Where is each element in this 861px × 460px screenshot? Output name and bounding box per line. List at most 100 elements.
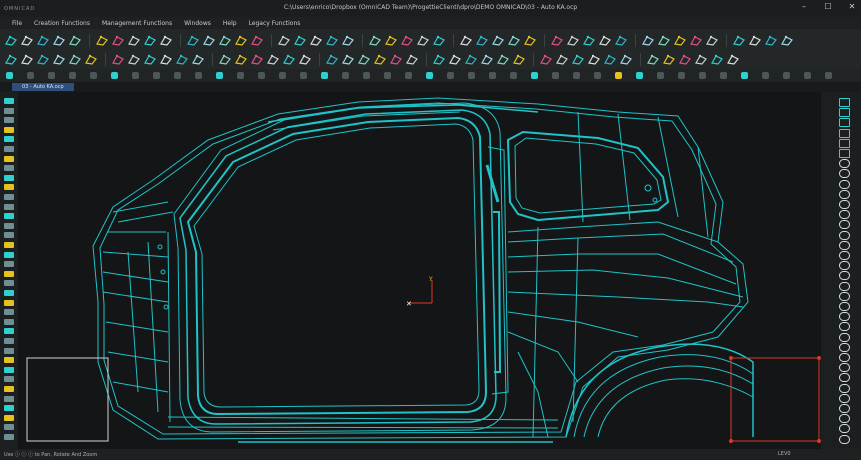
curve-icon[interactable] <box>464 53 477 65</box>
curve-tool-icon[interactable] <box>839 414 850 424</box>
view-option-icon[interactable] <box>132 72 139 79</box>
select-icon[interactable] <box>4 174 14 181</box>
offset-icon[interactable] <box>218 34 231 46</box>
view-option-icon[interactable] <box>489 72 496 79</box>
curve-tool-icon[interactable] <box>839 332 850 342</box>
undo-icon[interactable] <box>52 34 65 46</box>
zoom-icon[interactable] <box>4 280 14 287</box>
mirror-icon[interactable] <box>598 34 611 46</box>
section-icon[interactable] <box>4 242 14 248</box>
point-icon[interactable] <box>68 53 81 65</box>
curve-icon[interactable] <box>475 34 488 46</box>
maximize-button[interactable]: ☐ <box>823 2 833 12</box>
view-option-icon[interactable] <box>678 72 685 79</box>
curve-tool-icon[interactable] <box>839 240 850 250</box>
view-option-icon[interactable] <box>741 72 748 79</box>
save-icon[interactable] <box>20 53 33 65</box>
shade-icon[interactable] <box>4 146 14 152</box>
curve-tool-icon[interactable] <box>839 179 850 189</box>
rotate-icon[interactable] <box>4 424 14 431</box>
save-icon[interactable] <box>726 53 739 65</box>
view-option-icon[interactable] <box>90 72 97 79</box>
view-icon[interactable] <box>293 34 306 46</box>
pan-icon[interactable] <box>4 184 14 191</box>
settings-icon[interactable] <box>341 53 354 65</box>
view-option-icon[interactable] <box>279 72 286 79</box>
wireframe-icon[interactable] <box>4 155 14 162</box>
mirror-icon[interactable] <box>234 34 247 46</box>
curve-tool-icon[interactable] <box>839 271 850 281</box>
curve-tool-icon[interactable] <box>839 118 850 128</box>
curve-tool-icon[interactable] <box>839 108 850 118</box>
zoom-icon[interactable] <box>4 126 14 133</box>
open-file-icon[interactable] <box>357 53 370 65</box>
view-option-icon[interactable] <box>153 72 160 79</box>
open-file-icon[interactable] <box>732 34 745 46</box>
print-icon[interactable] <box>389 53 402 65</box>
curve-tool-icon[interactable] <box>839 434 850 444</box>
view-option-icon[interactable] <box>405 72 412 79</box>
offset-icon[interactable] <box>218 53 231 65</box>
extend-icon[interactable] <box>191 53 204 65</box>
fillet-icon[interactable] <box>523 34 536 46</box>
layer-icon[interactable] <box>641 34 654 46</box>
select-icon[interactable] <box>4 328 14 335</box>
curve-tool-icon[interactable] <box>839 363 850 373</box>
view-option-icon[interactable] <box>69 72 76 79</box>
render-icon[interactable] <box>309 34 322 46</box>
save-icon[interactable] <box>748 34 761 46</box>
export-icon[interactable] <box>325 34 338 46</box>
view-option-icon[interactable] <box>300 72 307 79</box>
shade-icon[interactable] <box>4 222 14 229</box>
mirror-icon[interactable] <box>234 53 247 65</box>
save-icon[interactable] <box>373 53 386 65</box>
view-option-icon[interactable] <box>762 72 769 79</box>
fit-icon[interactable] <box>4 290 14 296</box>
curve-tool-icon[interactable] <box>839 424 850 434</box>
undo-icon[interactable] <box>780 34 793 46</box>
menu-help[interactable]: Help <box>223 20 237 27</box>
curve-tool-icon[interactable] <box>839 98 850 107</box>
rotate-icon[interactable] <box>4 194 14 200</box>
view-option-icon[interactable] <box>363 72 370 79</box>
curve-tool-icon[interactable] <box>839 220 850 230</box>
view-option-icon[interactable] <box>426 72 433 79</box>
view-option-icon[interactable] <box>657 72 664 79</box>
select-icon[interactable] <box>4 98 14 104</box>
open-file-icon[interactable] <box>368 34 381 46</box>
print-icon[interactable] <box>36 53 49 65</box>
zoom-icon[interactable] <box>4 434 14 440</box>
surface-icon[interactable] <box>491 34 504 46</box>
solid-icon[interactable] <box>143 34 156 46</box>
surface-icon[interactable] <box>127 53 140 65</box>
measure-icon[interactable] <box>250 53 263 65</box>
offset-icon[interactable] <box>571 53 584 65</box>
line-icon[interactable] <box>95 34 108 46</box>
print-icon[interactable] <box>36 34 49 46</box>
zoom-icon[interactable] <box>4 203 14 210</box>
trim-icon[interactable] <box>539 53 552 65</box>
line-icon[interactable] <box>448 53 461 65</box>
line-icon[interactable] <box>459 34 472 46</box>
section-icon[interactable] <box>4 318 14 325</box>
menu-creation-functions[interactable]: Creation Functions <box>34 20 90 27</box>
view-option-icon[interactable] <box>27 72 34 79</box>
line-icon[interactable] <box>84 53 97 65</box>
save-icon[interactable] <box>384 34 397 46</box>
curve-tool-icon[interactable] <box>839 312 850 322</box>
extend-icon[interactable] <box>202 34 215 46</box>
curve-tool-icon[interactable] <box>839 281 850 291</box>
export-icon[interactable] <box>325 53 338 65</box>
wireframe-icon[interactable] <box>4 232 14 239</box>
point-icon[interactable] <box>432 34 445 46</box>
settings-icon[interactable] <box>341 34 354 46</box>
curve-tool-icon[interactable] <box>839 404 850 413</box>
select-icon[interactable] <box>4 405 14 412</box>
curve-tool-icon[interactable] <box>839 138 850 148</box>
curve-tool-icon[interactable] <box>839 251 850 260</box>
view-option-icon[interactable] <box>804 72 811 79</box>
curve-tool-icon[interactable] <box>839 353 850 362</box>
view-option-icon[interactable] <box>195 72 202 79</box>
view-option-icon[interactable] <box>531 72 538 79</box>
pan-icon[interactable] <box>4 261 14 268</box>
